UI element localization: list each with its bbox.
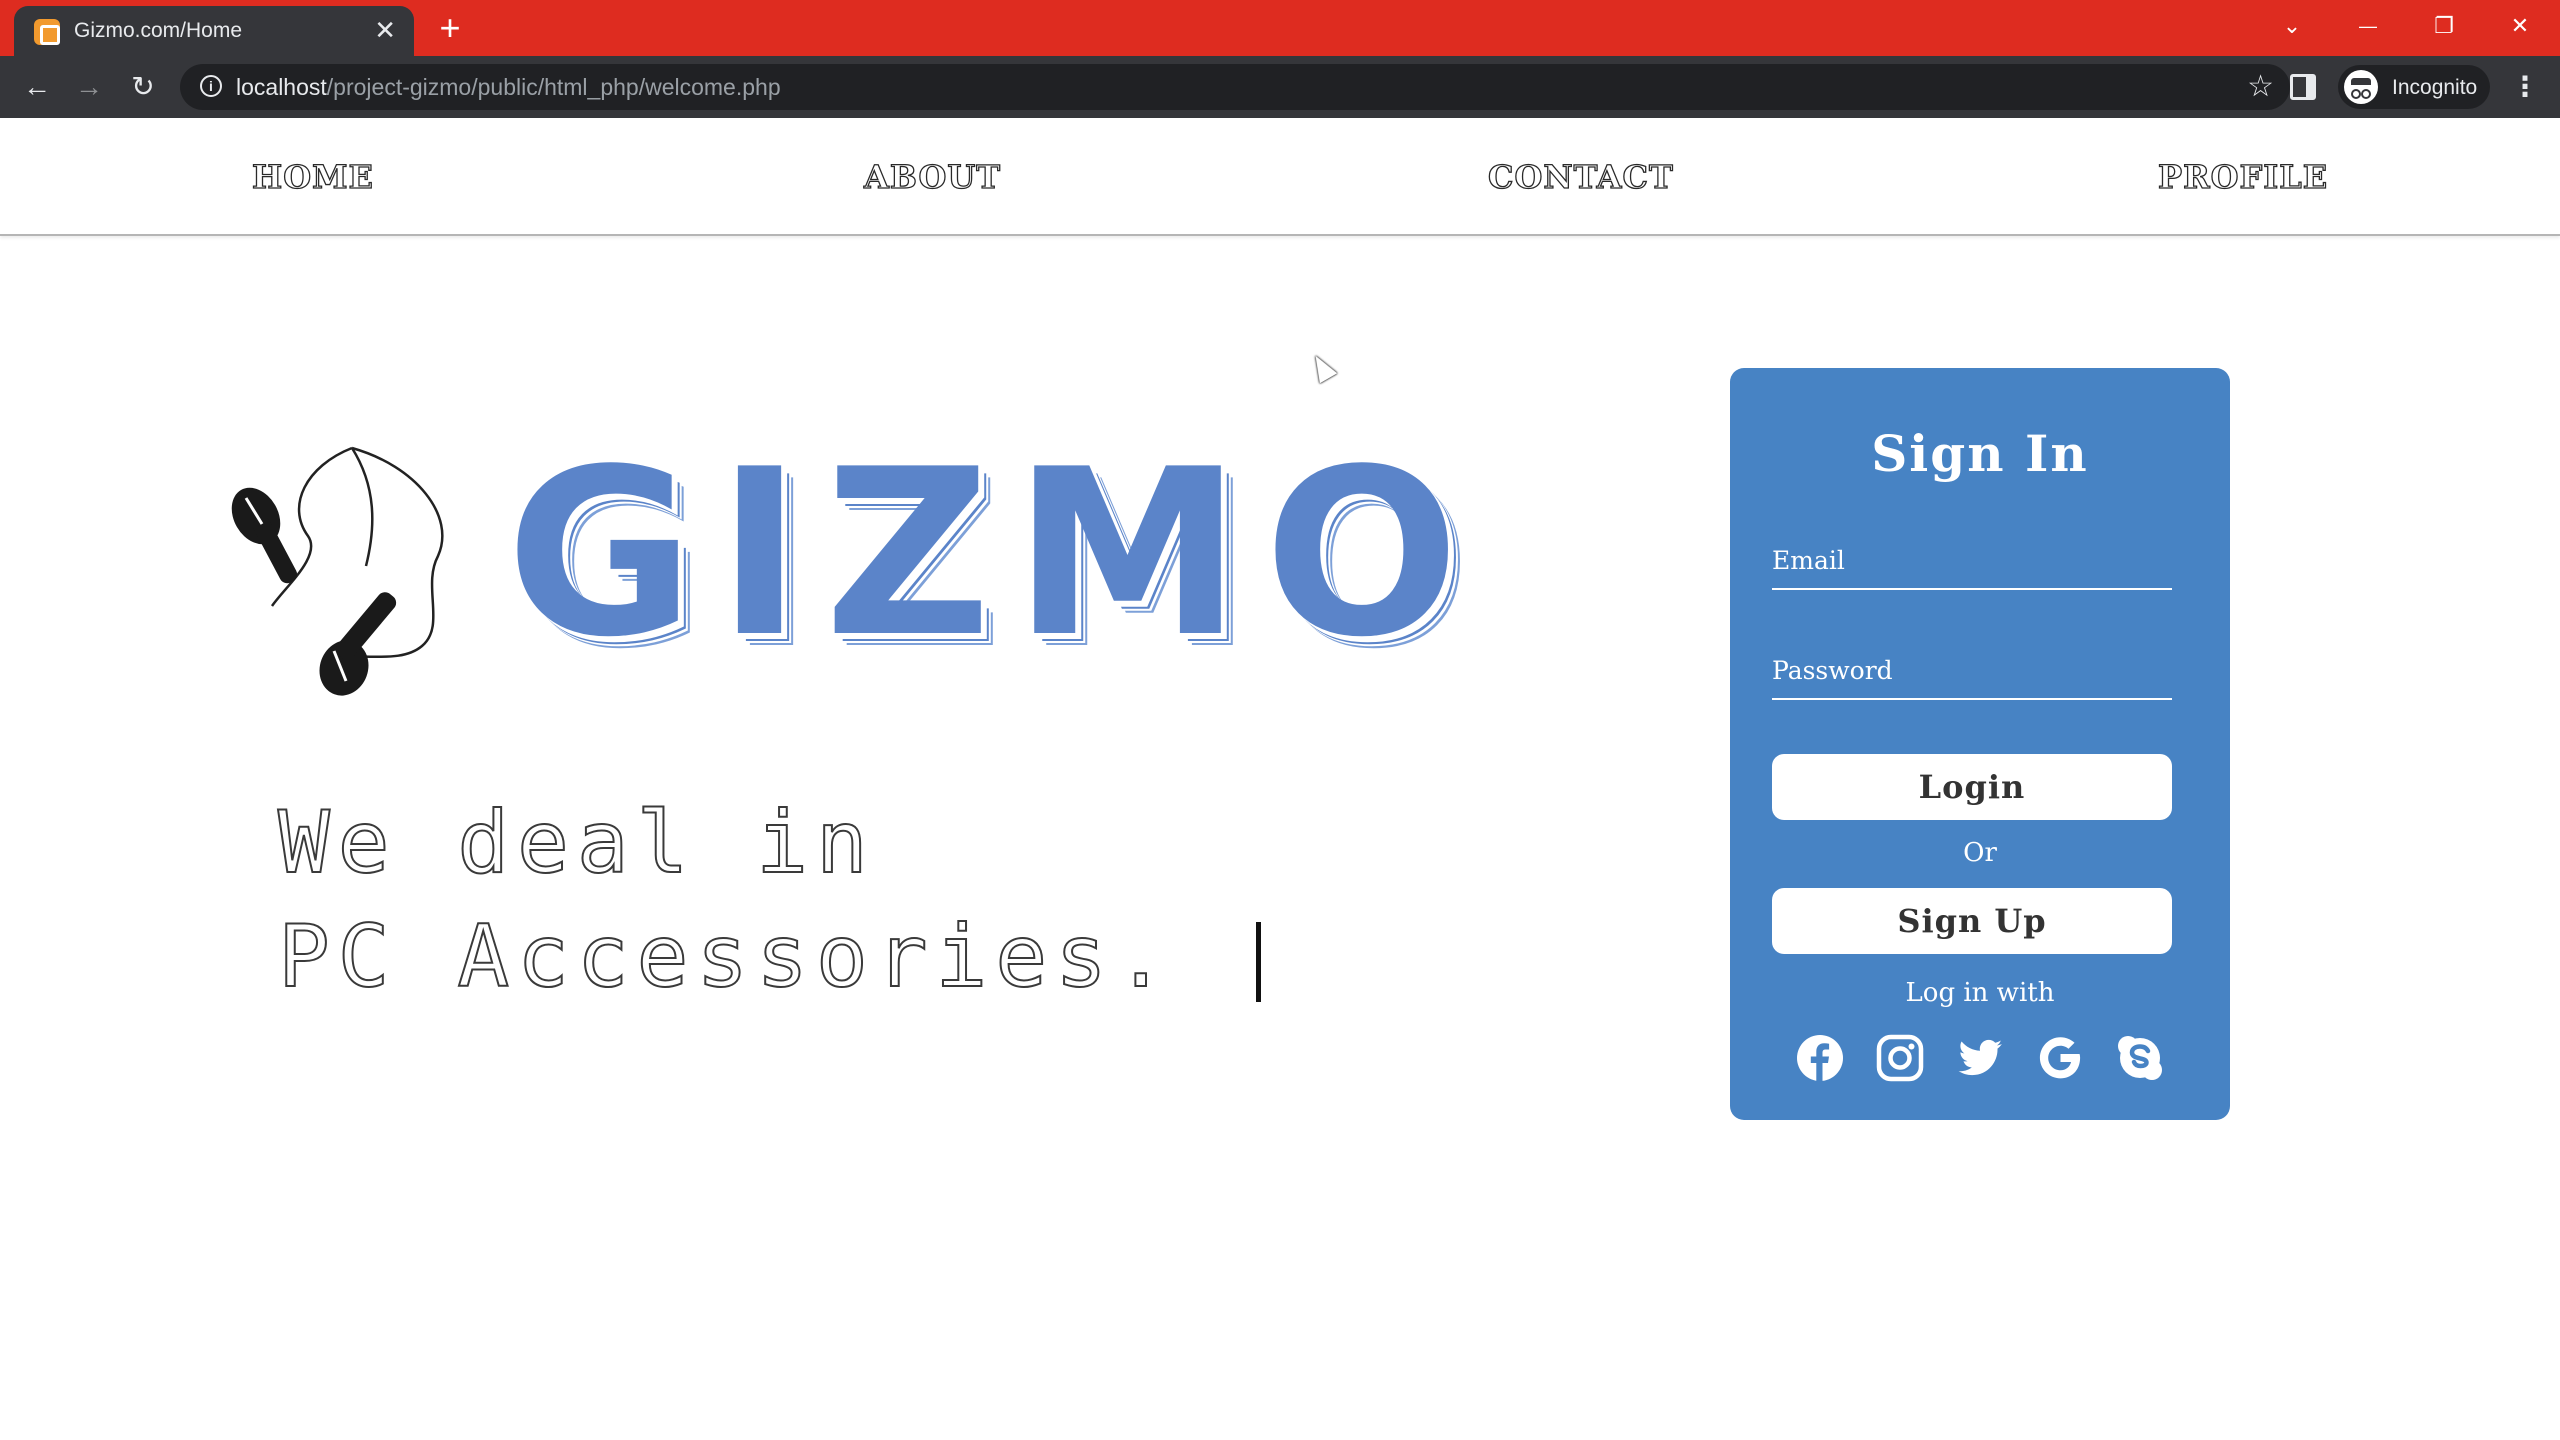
browser-tab-active[interactable]: Gizmo.com/Home ✕	[14, 6, 414, 56]
bookmark-star-icon[interactable]: ☆	[2247, 70, 2274, 104]
login-button[interactable]: Login	[1772, 754, 2172, 820]
site-navbar: HOME ABOUT CONTACT PROFILE	[0, 118, 2560, 236]
profile-label: Incognito	[2392, 76, 2478, 99]
site-info-icon[interactable]: i	[200, 75, 222, 97]
sign-in-card: Sign In Email Password Login Or Sign Up …	[1730, 368, 2230, 1120]
twitter-icon[interactable]	[1955, 1033, 2005, 1083]
log-in-with-label: Log in with	[1905, 978, 2055, 1008]
tagline-line-2: PC Accessories.	[277, 907, 1175, 1007]
sign-up-button[interactable]: Sign Up	[1772, 888, 2172, 954]
address-bar[interactable]: i localhost/project-gizmo/public/html_ph…	[180, 64, 2290, 110]
reload-icon[interactable]: ↻	[124, 68, 162, 106]
restore-button[interactable]: ❐	[2414, 6, 2474, 46]
facebook-icon[interactable]	[1795, 1033, 1845, 1083]
forward-arrow-icon[interactable]: →	[70, 68, 108, 106]
close-window-button[interactable]: ✕	[2490, 6, 2550, 46]
browser-tab-strip: Gizmo.com/Home ✕ + ⌄ — ❐ ✕	[0, 0, 2560, 56]
earphones-logo-icon	[231, 446, 444, 696]
nav-profile-link[interactable]: PROFILE	[2157, 157, 2328, 196]
url-path: /project-gizmo/public/html_php/welcome.p…	[326, 74, 781, 100]
tab-title: Gizmo.com/Home	[74, 19, 243, 42]
nav-contact-link[interactable]: CONTACT	[1487, 157, 1674, 196]
email-field[interactable]: Email	[1772, 538, 2172, 590]
gizmo-brand-wordmark: GIZMO	[506, 421, 1482, 688]
nav-about-link[interactable]: ABOUT	[863, 157, 1001, 196]
side-panel-icon[interactable]	[2290, 74, 2316, 100]
url-host: localhost	[236, 74, 327, 100]
email-label: Email	[1772, 546, 1845, 575]
incognito-icon	[2344, 70, 2378, 104]
xampp-favicon-icon	[34, 19, 60, 45]
url-text[interactable]: localhost/project-gizmo/public/html_php/…	[236, 74, 781, 101]
instagram-icon[interactable]	[1875, 1033, 1925, 1083]
nav-home-link[interactable]: HOME	[251, 157, 374, 196]
mouse-cursor-icon	[1306, 350, 1338, 384]
or-separator: Or	[1963, 838, 1997, 868]
tab-close-icon[interactable]: ✕	[374, 16, 396, 44]
google-icon[interactable]	[2035, 1033, 2085, 1083]
incognito-profile-button[interactable]: Incognito	[2338, 65, 2490, 109]
minimize-button[interactable]: —	[2338, 6, 2398, 46]
browser-toolbar: ← → ↻ i localhost/project-gizmo/public/h…	[0, 56, 2560, 118]
skype-icon[interactable]	[2115, 1033, 2165, 1083]
new-tab-button[interactable]: +	[432, 8, 468, 48]
browser-menu-icon[interactable]: ⋮	[2510, 68, 2540, 106]
password-field[interactable]: Password	[1772, 648, 2172, 700]
tab-search-dropdown-icon[interactable]: ⌄	[2262, 6, 2322, 46]
typing-caret	[1256, 922, 1261, 1002]
back-arrow-icon[interactable]: ←	[18, 68, 56, 106]
password-label: Password	[1772, 656, 1893, 685]
sign-in-title: Sign In	[1871, 424, 2089, 483]
tagline-line-1: We deal in	[277, 793, 876, 893]
